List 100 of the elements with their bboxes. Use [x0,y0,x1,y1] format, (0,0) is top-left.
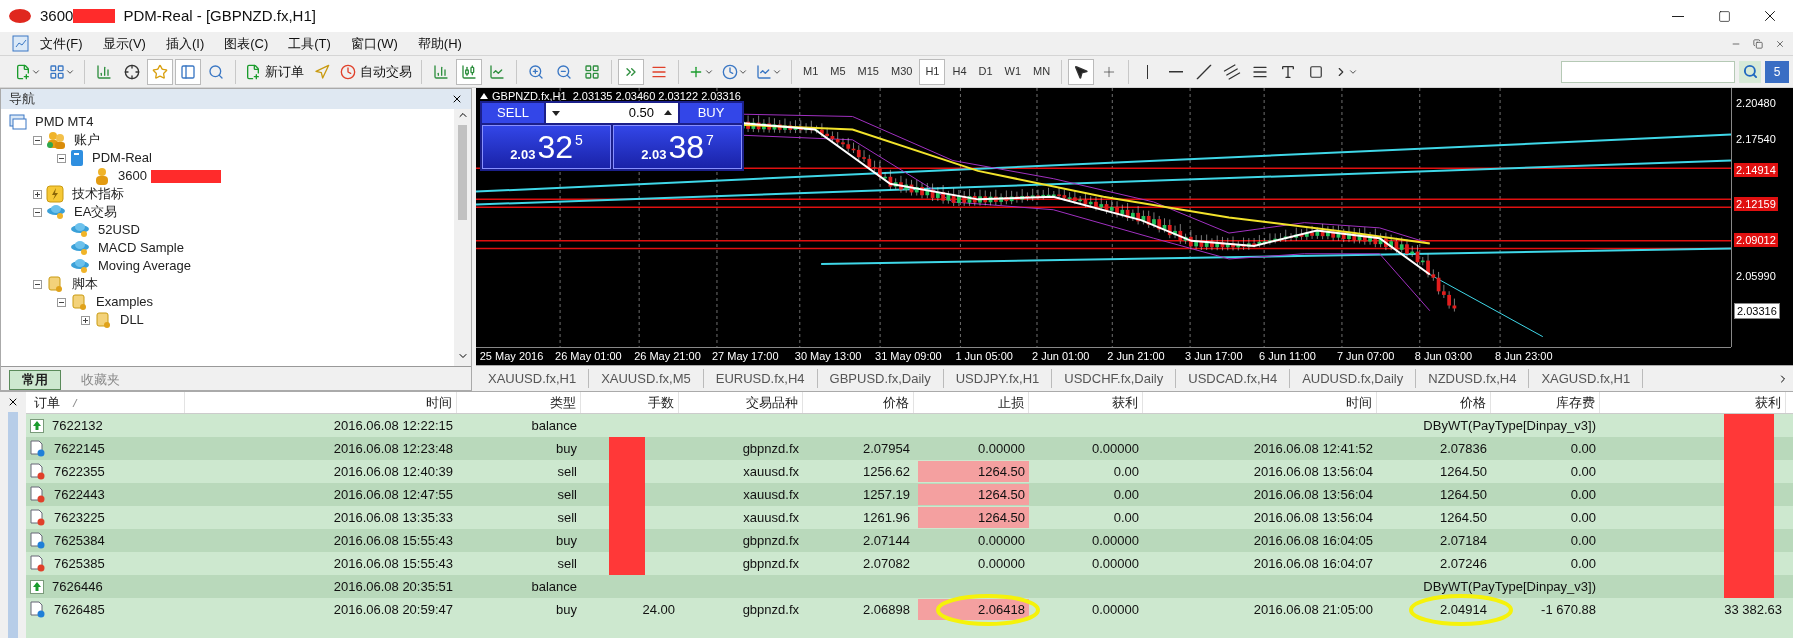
timeframe-button[interactable]: M1 [798,58,824,85]
column-header[interactable]: 止损 [914,392,1029,413]
table-cell-text: 2.07954 [863,439,910,458]
tree-item[interactable]: DLL [116,310,144,330]
tree-item[interactable]: 52USD [94,220,140,240]
tree-item[interactable]: PMD MT4 [31,112,94,132]
sell-button[interactable]: SELL [482,103,544,123]
sell-order-icon [30,555,46,572]
search-field[interactable] [1561,60,1735,83]
table-cell-text: 1257.19 [863,485,910,504]
table-cell-text: 0.00000 [1092,439,1139,458]
close-icon[interactable] [451,93,463,105]
column-header[interactable]: 类型 [457,392,581,413]
cursor-button[interactable] [1068,58,1095,85]
close-icon[interactable] [7,396,19,408]
tree-item[interactable]: PDM-Real [88,148,152,168]
table-cell-text: 2016.06.08 13:56:04 [1253,462,1373,481]
chart-tab[interactable]: NZDUSD.fx,H4 [1416,368,1530,389]
expand-toggle[interactable] [81,315,90,325]
tree-item[interactable]: EA交易 [70,202,118,222]
table-cell-text: 0.00 [1570,508,1596,527]
menu-item[interactable]: 图表(C) [214,33,279,54]
menu-item[interactable]: 帮助(H) [407,33,472,54]
column-header[interactable]: 价格 [1377,392,1491,413]
column-header[interactable]: 获利 [1600,392,1786,413]
scrollbar[interactable] [454,109,471,366]
timeframe-button[interactable]: MN [1028,58,1056,85]
column-header[interactable]: 时间 [1143,392,1377,413]
tree-item[interactable]: 技术指标 [68,184,124,204]
collapse-toggle[interactable] [33,207,42,217]
timeframe-button[interactable]: M5 [825,58,851,85]
table-cell-text: xauusd.fx [743,462,799,481]
column-header[interactable]: 价格 [803,392,914,413]
chart-tab[interactable]: AUDUSD.fx,Daily [1290,368,1417,389]
hat-icon [70,240,90,256]
chart-tab[interactable]: XAUUSD.fx,M5 [589,368,704,389]
table-cell-text: balance [531,416,577,435]
timeframe-button[interactable]: M30 [885,58,918,85]
chart-tab[interactable]: USDJPY.fx,H1 [943,368,1053,389]
table-cell-text: 1264.50 [1440,508,1487,527]
column-header[interactable]: 手数 [581,392,679,413]
chart-header: GBPNZD.fx,H1 2.03135 2.03460 2.03122 2.03316 [492,89,741,104]
order-row[interactable]: 7625384 2016.06.08 15:55:43 buy gbpnzd.fx 2.07144 0.00000 0.00000 2016.06.08 16:04:05 2.07184 0.00 [26,529,1793,552]
deposit-icon [30,579,44,594]
buy-button[interactable]: BUY [680,103,742,123]
chart-tab[interactable]: USDCHF.fx,Daily [1052,368,1177,389]
deposit-icon [30,418,44,433]
menu-item[interactable]: 工具(T) [278,33,341,54]
timeframe-button[interactable]: D1 [973,58,998,85]
horizontal-line-icon [1169,70,1184,73]
order-row[interactable]: 7622145 2016.06.08 12:23:48 buy gbpnzd.fx 2.07954 0.00000 0.00000 2016.06.08 12:41:52 2.07836 0.00 [26,437,1793,460]
cursor-icon [1073,63,1090,80]
collapse-toggle[interactable] [33,279,42,289]
order-row[interactable]: 7626446 2016.06.08 20:35:51 balance DByWT(PayType[Dinpay_v3]) [26,575,1793,598]
zoom-in-icon [528,63,544,80]
column-header[interactable]: 时间 [185,392,457,413]
scroll-thumb[interactable] [458,125,467,220]
table-cell-text: 2016.06.08 13:56:04 [1253,508,1373,527]
search-button[interactable] [1739,60,1761,83]
tree-item[interactable]: 账户 [70,130,100,150]
app-logo-icon [8,8,32,24]
tree-item[interactable]: MACD Sample [94,238,184,258]
chart-tab[interactable]: XAUUSD.fx,H1 [476,368,590,389]
tree-item[interactable]: 脚本 [68,274,98,294]
auto-scroll-button[interactable] [618,58,644,85]
messages-button[interactable]: 5 [1765,60,1789,83]
tree-item[interactable]: Moving Average [94,256,191,276]
new-order-button[interactable]: 新订单 [242,58,307,85]
chart-tab[interactable]: USDCAD.fx,H4 [1176,368,1291,389]
collapse-toggle[interactable] [57,297,66,307]
timeframe-button[interactable]: W1 [999,58,1027,85]
terminal-button[interactable] [175,58,201,85]
tree-item[interactable]: 3600 [114,166,147,186]
menu-item[interactable]: 显示(V) [92,33,156,54]
restore-icon[interactable] [1753,38,1763,49]
order-row[interactable]: 7622443 2016.06.08 12:47:55 sell xauusd.fx 1257.19 1264.50 0.00 2016.06.08 13:56:04 1264.50 0.00 [26,483,1793,506]
panel-tab[interactable]: 常用 [9,370,61,390]
menu-item[interactable]: 文件(F) [30,33,93,54]
timeframe-button[interactable]: M15 [852,58,884,85]
menu-item[interactable]: 窗口(W) [340,33,408,54]
time-label: 8 Jun 23:00 [1495,349,1553,364]
lot-size-field[interactable]: 0.50 [546,103,678,123]
column-header[interactable]: 订单 [26,392,185,413]
expand-toggle[interactable] [33,189,42,199]
menu-item[interactable]: 插入(I) [155,33,215,54]
timeframe-button[interactable]: H4 [947,58,972,85]
chart-tab[interactable]: XAGUSD.fx,H1 [1529,368,1644,389]
column-header[interactable]: 获利 [1029,392,1143,413]
auto-trading-button[interactable]: 自动交易 [337,58,415,85]
candlestick-button[interactable] [456,58,482,85]
column-header[interactable]: 库存费 [1491,392,1600,413]
column-header[interactable]: 交易品种 [679,392,803,413]
collapse-toggle[interactable] [57,153,66,163]
table-cell-text: gbpnzd.fx [742,439,799,458]
collapse-toggle[interactable] [33,135,42,145]
chart-tab[interactable]: EURUSD.fx,H4 [703,368,818,389]
chart-tab[interactable]: GBPUSD.fx,Daily [817,368,944,389]
tree-item[interactable]: Examples [92,292,154,312]
price-label: 2.03316 [1734,302,1780,319]
timeframe-button[interactable]: H1 [919,58,946,85]
